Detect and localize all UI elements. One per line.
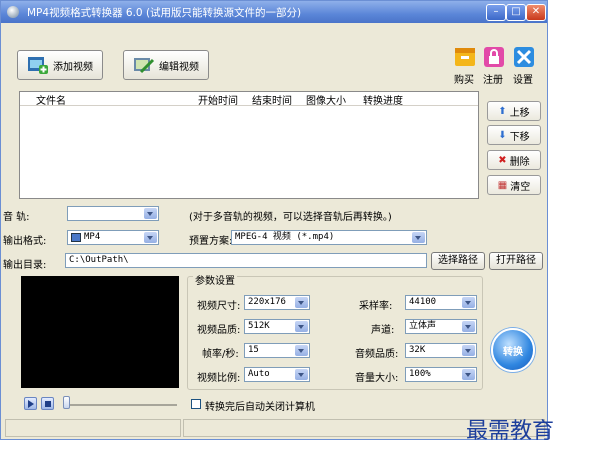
video-size-value: 220x176	[248, 297, 286, 307]
output-format-label: 输出格式:	[3, 236, 47, 247]
channel-value: 立体声	[409, 321, 437, 331]
shutdown-checkbox[interactable]	[191, 399, 201, 409]
film-add-icon	[28, 57, 48, 74]
delete-label: 删除	[509, 156, 530, 168]
chevron-down-icon	[462, 369, 475, 380]
channel-label: 声道:	[371, 325, 395, 336]
output-format-select[interactable]: MP4	[67, 230, 159, 245]
chevron-down-icon	[295, 321, 308, 332]
play-button[interactable]	[24, 397, 37, 410]
shutdown-label[interactable]: 转换完后自动关闭计算机	[205, 398, 315, 413]
watermark: 最需教育	[466, 419, 555, 444]
clear-icon: ▦	[497, 179, 508, 191]
delete-button[interactable]: ✖ 删除	[487, 150, 541, 170]
output-dir-label: 输出目录:	[3, 260, 47, 271]
video-quality-label: 视频品质:	[197, 325, 241, 336]
move-down-button[interactable]: ⬇ 下移	[487, 125, 541, 145]
stop-button[interactable]	[41, 397, 54, 410]
chevron-down-icon	[295, 297, 308, 308]
seek-track[interactable]	[67, 404, 177, 406]
video-preview	[21, 276, 179, 388]
frame-rate-label: 帧率/秒:	[202, 349, 239, 360]
params-title: 参数设置	[193, 272, 237, 287]
video-size-select[interactable]: 220x176	[244, 295, 310, 310]
video-size-label: 视频尺寸:	[197, 301, 241, 312]
convert-label: 转换	[503, 346, 523, 358]
audio-quality-select[interactable]: 32K	[405, 343, 477, 358]
edit-video-button[interactable]: 编辑视频	[123, 50, 209, 80]
frame-rate-select[interactable]: 15	[244, 343, 310, 358]
tools-icon[interactable]	[513, 46, 535, 68]
cart-icon[interactable]	[454, 46, 476, 68]
buy-label[interactable]: 购买	[454, 71, 474, 86]
delete-x-icon: ✖	[498, 154, 507, 166]
preset-label: 预置方案:	[189, 236, 233, 247]
audio-track-hint: (对于多音轨的视频，可以选择音轨后再转换。)	[189, 212, 392, 223]
film-edit-icon	[134, 58, 155, 74]
register-label[interactable]: 注册	[483, 71, 503, 86]
open-path-button[interactable]: 打开路径	[489, 252, 543, 270]
lock-icon[interactable]	[483, 46, 505, 68]
clear-button[interactable]: ▦ 清空	[487, 175, 541, 195]
video-quality-value: 512K	[248, 321, 270, 331]
chevron-down-icon	[144, 232, 157, 243]
output-dir-value: C:\OutPath\	[69, 255, 129, 265]
close-button[interactable]: ✕	[526, 4, 546, 21]
audio-quality-value: 32K	[409, 345, 426, 355]
volume-label: 音量大小:	[355, 373, 399, 384]
output-dir-field[interactable]: C:\OutPath\	[65, 253, 427, 268]
move-down-label: 下移	[509, 131, 530, 143]
stop-icon	[45, 401, 51, 407]
maximize-button[interactable]: □	[506, 4, 526, 21]
format-icon	[71, 233, 81, 242]
add-video-label: 添加视频	[53, 61, 93, 73]
minimize-button[interactable]: –	[486, 4, 506, 21]
chevron-down-icon	[462, 321, 475, 332]
chevron-down-icon	[295, 345, 308, 356]
title-bar[interactable]: MP4视频格式转换器 6.0 (试用版只能转换源文件的一部分) – □ ✕	[1, 1, 547, 23]
chevron-down-icon	[462, 297, 475, 308]
seek-slider-handle[interactable]	[63, 396, 70, 409]
edit-video-label: 编辑视频	[159, 61, 199, 73]
aspect-select[interactable]: Auto	[244, 367, 310, 382]
sample-rate-label: 采样率:	[359, 301, 393, 312]
window-title: MP4视频格式转换器 6.0 (试用版只能转换源文件的一部分)	[27, 7, 302, 19]
settings-label[interactable]: 设置	[513, 71, 533, 86]
move-up-label: 上移	[509, 107, 530, 119]
audio-track-label: 音 轨:	[3, 212, 30, 223]
chevron-down-icon	[144, 208, 157, 219]
app-window: MP4视频格式转换器 6.0 (试用版只能转换源文件的一部分) – □ ✕ 添加…	[0, 0, 548, 440]
chevron-down-icon	[462, 345, 475, 356]
arrow-down-icon: ⬇	[498, 129, 507, 141]
audio-track-select[interactable]	[67, 206, 159, 221]
arrow-up-icon: ⬆	[498, 105, 507, 117]
output-format-value: MP4	[84, 232, 101, 242]
chevron-down-icon	[412, 232, 425, 243]
aspect-label: 视频比例:	[197, 373, 241, 384]
choose-path-button[interactable]: 选择路径	[431, 252, 485, 270]
audio-quality-label: 音频品质:	[355, 349, 399, 360]
status-pane-left	[5, 419, 181, 437]
add-video-button[interactable]: 添加视频	[17, 50, 103, 80]
sample-rate-value: 44100	[409, 297, 437, 307]
convert-button[interactable]: 转换	[491, 328, 535, 372]
move-up-button[interactable]: ⬆ 上移	[487, 101, 541, 121]
preset-select[interactable]: MPEG-4 视频 (*.mp4)	[231, 230, 427, 245]
chevron-down-icon	[295, 369, 308, 380]
file-list[interactable]: 文件名 开始时间 结束时间 图像大小 转换进度	[19, 91, 479, 199]
app-icon	[7, 6, 19, 18]
video-quality-select[interactable]: 512K	[244, 319, 310, 334]
clear-label: 清空	[510, 181, 531, 193]
volume-select[interactable]: 100%	[405, 367, 477, 382]
channel-select[interactable]: 立体声	[405, 319, 477, 334]
frame-rate-value: 15	[248, 345, 259, 355]
header-divider	[20, 105, 478, 106]
aspect-value: Auto	[248, 369, 270, 379]
play-icon	[28, 400, 34, 408]
sample-rate-select[interactable]: 44100	[405, 295, 477, 310]
preset-value: MPEG-4 视频 (*.mp4)	[235, 232, 335, 242]
volume-value: 100%	[409, 369, 431, 379]
